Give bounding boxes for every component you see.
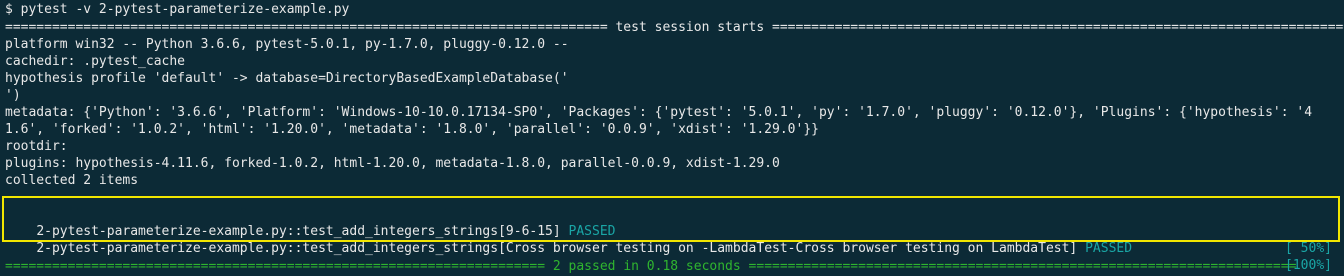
- status-passed: PASSED: [1085, 241, 1133, 256]
- cachedir-line: cachedir: .pytest_cache: [5, 54, 186, 69]
- metadata-line: metadata: {'Python': '3.6.6', 'Platform'…: [5, 105, 1313, 120]
- summary-line: ========================================…: [5, 258, 1344, 275]
- test-result-row: 2-pytest-parameterize-example.py::test_a…: [5, 223, 1338, 273]
- session-header: ========================================…: [5, 20, 1344, 35]
- test-result-row: 2-pytest-parameterize-example.py::test_a…: [5, 206, 1338, 256]
- hypothesis-close-line: '): [5, 88, 21, 103]
- rootdir-line: rootdir:: [5, 139, 68, 154]
- terminal-window: $ pytest -v 2-pytest-parameterize-exampl…: [0, 0, 1344, 276]
- platform-line: platform win32 -- Python 3.6.6, pytest-5…: [5, 37, 569, 52]
- summary-left-rule: ========================================…: [5, 259, 546, 274]
- plugins-line: plugins: hypothesis-4.11.6, forked-1.0.2…: [5, 156, 780, 171]
- summary-text: 2 passed in 0.18 seconds: [545, 259, 749, 274]
- metadata-line-continued: 1.6', 'forked': '1.0.2', 'html': '1.20.0…: [5, 122, 819, 137]
- command-line: $ pytest -v 2-pytest-parameterize-exampl…: [5, 2, 350, 17]
- progress-percent: [ 50%]: [1285, 241, 1332, 256]
- collected-line: collected 2 items: [5, 173, 139, 188]
- summary-right-rule: ========================================…: [748, 259, 1297, 274]
- test-name: 2-pytest-parameterize-example.py::test_a…: [36, 241, 1078, 256]
- hypothesis-line: hypothesis profile 'default' -> database…: [5, 71, 569, 86]
